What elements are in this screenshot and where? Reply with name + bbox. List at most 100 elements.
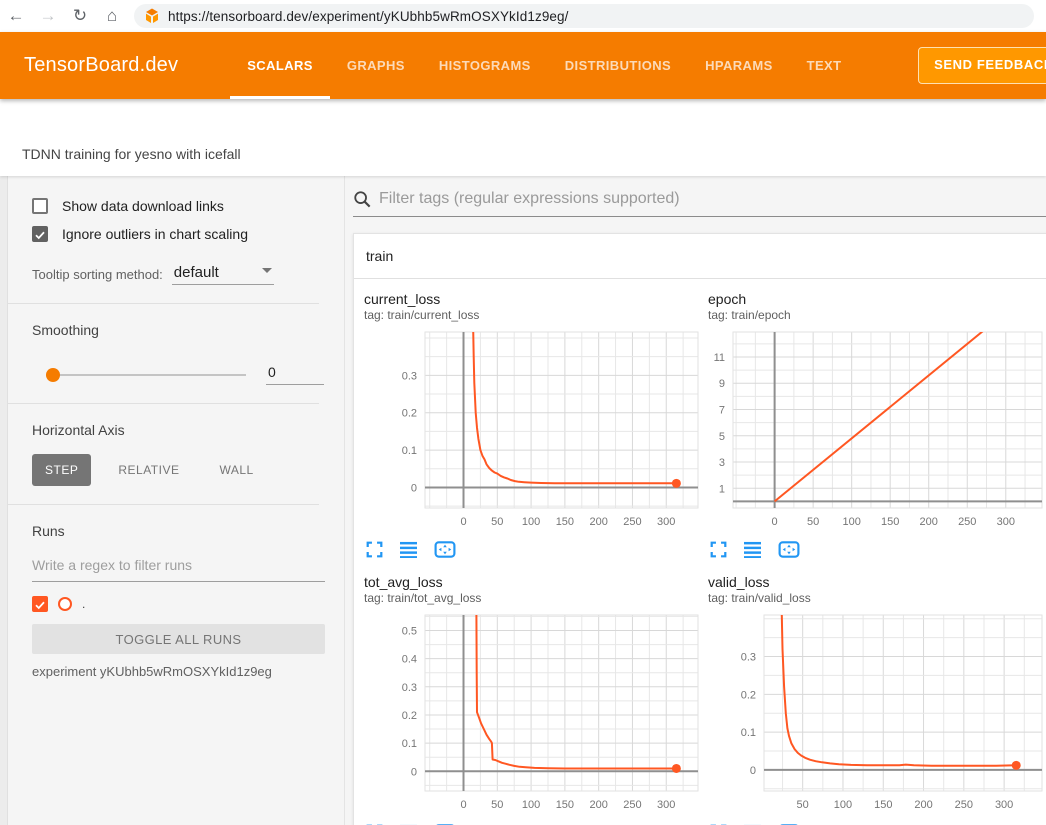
svg-text:0.3: 0.3 [741, 652, 756, 664]
smoothing-slider[interactable] [46, 374, 246, 376]
tab-distributions[interactable]: DISTRIBUTIONS [548, 32, 688, 99]
svg-text:0: 0 [411, 766, 417, 778]
divider [8, 403, 319, 404]
step-button[interactable]: STEP [32, 454, 91, 486]
experiment-title: TDNN training for yesno with icefall [22, 146, 241, 162]
reload-icon[interactable]: ↻ [64, 6, 96, 26]
svg-text:0.2: 0.2 [741, 689, 756, 701]
fit-domain-icon[interactable] [434, 541, 456, 558]
svg-text:0.1: 0.1 [402, 445, 417, 457]
svg-text:0.3: 0.3 [402, 370, 417, 382]
run-color-swatch-icon [58, 597, 72, 611]
run-list-item[interactable]: . [32, 596, 324, 612]
expand-chart-icon[interactable] [710, 541, 727, 558]
chart-canvas[interactable]: 1357911050100150200250300 [708, 328, 1046, 537]
run-checkbox-checked-icon[interactable] [32, 596, 48, 612]
tooltip-sorting-dropdown[interactable]: default [172, 264, 274, 285]
home-icon[interactable]: ⌂ [96, 6, 128, 26]
app-header: TensorBoard.dev SCALARS GRAPHS HISTOGRAM… [0, 32, 1046, 99]
svg-text:150: 150 [556, 799, 574, 811]
smoothing-label: Smoothing [32, 322, 324, 338]
divider [8, 303, 319, 304]
tab-scalars[interactable]: SCALARS [230, 32, 330, 99]
chart-title: epoch [708, 291, 1046, 307]
svg-text:200: 200 [589, 516, 607, 528]
content-area: Show data download links Ignore outliers… [0, 176, 1046, 825]
relative-button[interactable]: RELATIVE [105, 454, 192, 486]
train-group-card: train current_loss tag: train/current_lo… [353, 233, 1046, 825]
svg-text:0.3: 0.3 [402, 682, 417, 694]
tab-graphs[interactable]: GRAPHS [330, 32, 422, 99]
wall-button[interactable]: WALL [206, 454, 266, 486]
toggle-all-runs-button[interactable]: TOGGLE ALL RUNS [32, 624, 325, 654]
svg-text:200: 200 [914, 799, 932, 811]
svg-text:250: 250 [958, 516, 976, 528]
chart-tot-avg-loss: tot_avg_loss tag: train/tot_avg_loss 00.… [364, 574, 702, 825]
chart-toolbar [708, 541, 1046, 558]
train-group-header[interactable]: train [354, 234, 1046, 279]
ignore-outliers-label: Ignore outliers in chart scaling [62, 226, 248, 242]
svg-text:300: 300 [657, 799, 675, 811]
chart-grid: current_loss tag: train/current_loss 00.… [354, 279, 1046, 825]
checkbox-unchecked-icon[interactable] [32, 198, 48, 214]
runs-regex-input[interactable] [32, 553, 325, 582]
svg-text:300: 300 [657, 516, 675, 528]
expand-chart-icon[interactable] [366, 541, 383, 558]
address-bar[interactable]: https://tensorboard.dev/experiment/yKUbh… [134, 4, 1034, 28]
filter-tags-row [346, 176, 1046, 217]
checkbox-checked-icon[interactable] [32, 226, 48, 242]
nav-tabs: SCALARS GRAPHS HISTOGRAMS DISTRIBUTIONS … [230, 32, 858, 99]
svg-text:1: 1 [719, 483, 725, 495]
svg-text:150: 150 [881, 516, 899, 528]
svg-text:11: 11 [714, 352, 725, 364]
chart-canvas[interactable]: 00.10.20.350100150200250300 [708, 611, 1046, 820]
fit-domain-icon[interactable] [778, 541, 800, 558]
page-scrollbar[interactable] [0, 176, 8, 825]
runs-selector-icon[interactable] [743, 541, 762, 558]
run-name: . [82, 597, 85, 611]
chart-title: current_loss [364, 291, 702, 307]
horizontal-axis-buttons: STEP RELATIVE WALL [32, 454, 324, 486]
smoothing-value-input[interactable]: 0 [266, 364, 324, 385]
forward-icon[interactable]: → [32, 6, 64, 26]
svg-text:9: 9 [719, 378, 725, 390]
svg-text:0.5: 0.5 [402, 625, 417, 637]
chart-canvas[interactable]: 00.10.20.30.40.5050100150200250300 [364, 611, 702, 820]
tab-text[interactable]: TEXT [790, 32, 859, 99]
settings-sidebar: Show data download links Ignore outliers… [8, 176, 345, 825]
divider [8, 504, 319, 505]
chart-tag: tag: train/tot_avg_loss [364, 591, 702, 605]
svg-text:7: 7 [719, 404, 725, 416]
svg-text:0.2: 0.2 [402, 710, 417, 722]
search-icon [353, 190, 371, 208]
experiment-id-text: experiment yKUbhb5wRmOSXYkId1z9eg [32, 664, 324, 679]
svg-text:0: 0 [772, 516, 778, 528]
train-group-label: train [366, 248, 393, 264]
svg-text:0.2: 0.2 [402, 408, 417, 420]
slider-thumb[interactable] [46, 368, 60, 382]
svg-text:50: 50 [797, 799, 809, 811]
chart-tag: tag: train/epoch [708, 308, 1046, 322]
show-download-links-checkbox-row[interactable]: Show data download links [32, 198, 324, 214]
svg-text:0: 0 [750, 765, 756, 777]
svg-text:150: 150 [556, 516, 574, 528]
filter-tags-input[interactable] [379, 190, 1046, 208]
tooltip-sorting-row: Tooltip sorting method: default [32, 264, 324, 285]
ignore-outliers-checkbox-row[interactable]: Ignore outliers in chart scaling [32, 226, 324, 242]
svg-text:0.1: 0.1 [741, 727, 756, 739]
runs-selector-icon[interactable] [399, 541, 418, 558]
chevron-down-icon [262, 268, 272, 273]
send-feedback-button[interactable]: SEND FEEDBACK [918, 47, 1046, 84]
main-panel: train current_loss tag: train/current_lo… [346, 176, 1046, 825]
back-icon[interactable]: ← [0, 6, 32, 26]
svg-text:100: 100 [834, 799, 852, 811]
chart-valid-loss: valid_loss tag: train/valid_loss 00.10.2… [708, 574, 1046, 825]
svg-text:200: 200 [920, 516, 938, 528]
tab-histograms[interactable]: HISTOGRAMS [422, 32, 548, 99]
svg-text:250: 250 [623, 516, 641, 528]
svg-text:3: 3 [719, 457, 725, 469]
experiment-title-band: TDNN training for yesno with icefall [0, 99, 1046, 176]
chart-canvas[interactable]: 00.10.20.3050100150200250300 [364, 328, 702, 537]
svg-text:0: 0 [460, 799, 466, 811]
tab-hparams[interactable]: HPARAMS [688, 32, 790, 99]
